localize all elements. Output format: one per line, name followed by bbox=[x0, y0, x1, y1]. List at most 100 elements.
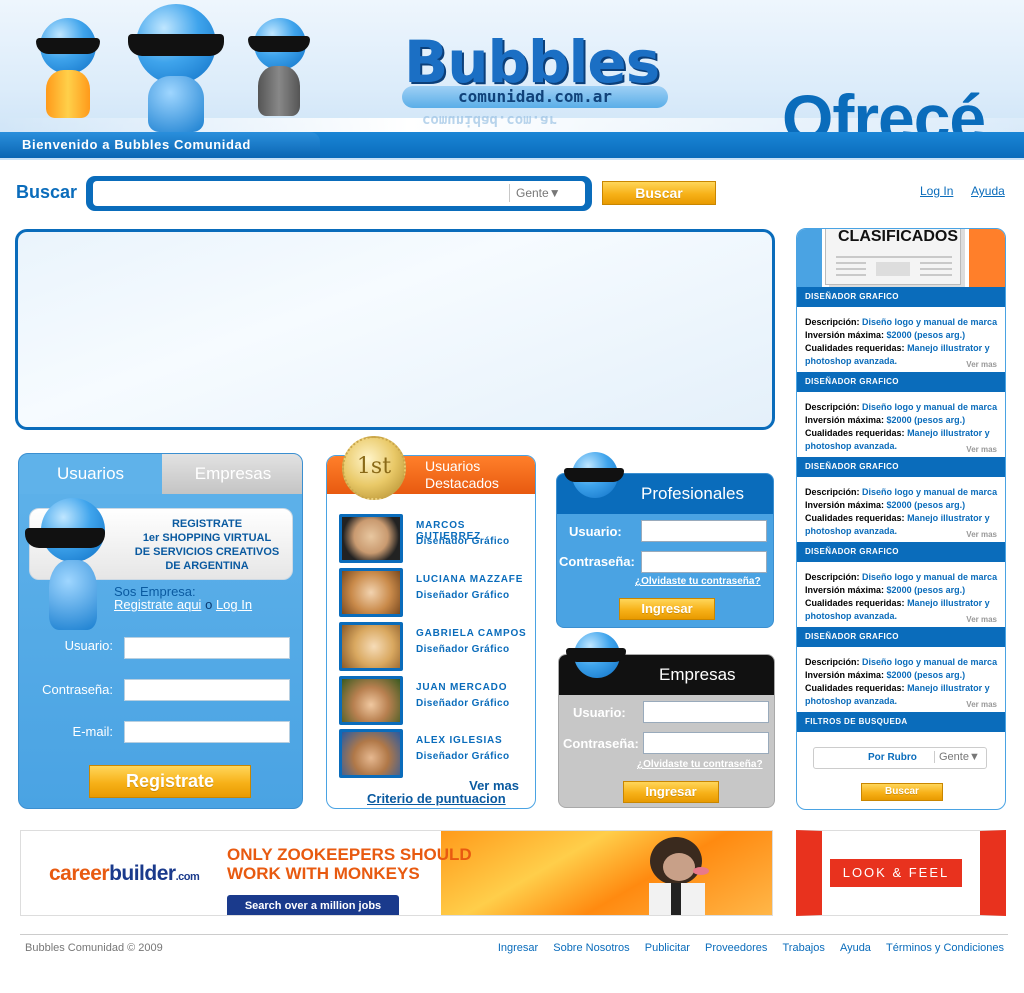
email-input[interactable] bbox=[124, 721, 290, 743]
featured-user-role: Diseñador Gráfico bbox=[416, 698, 510, 709]
emp-usuario-input[interactable] bbox=[643, 701, 769, 723]
filtros-gente-dropdown[interactable]: Gente▼ bbox=[934, 751, 986, 763]
mascot-empresa bbox=[564, 632, 634, 692]
featured-users-panel: Usuarios Destacados MARCOS GUTIERREZ Dis… bbox=[326, 455, 536, 809]
featured-user-name[interactable]: LUCIANA MAZZAFE bbox=[416, 574, 523, 585]
featured-user-row[interactable]: LUCIANA MAZZAFE Diseñador Gráfico bbox=[339, 568, 529, 620]
desc-label: Descripción: bbox=[805, 402, 860, 412]
ad-headline-line: WORK WITH MONKEYS bbox=[227, 864, 420, 883]
search-input[interactable] bbox=[99, 183, 509, 203]
featured-user-role: Diseñador Gráfico bbox=[416, 536, 510, 547]
inv-label: Inversión máxima: bbox=[805, 415, 885, 425]
footer-link-publicitar[interactable]: Publicitar bbox=[645, 942, 690, 954]
promo-line: REGISTRATE bbox=[171, 518, 243, 530]
featured-user-name[interactable]: ALEX IGLESIAS bbox=[416, 735, 503, 746]
clasificado-category[interactable]: DISEÑADOR GRAFICO bbox=[797, 372, 1005, 392]
clasificado-category[interactable]: DISEÑADOR GRAFICO bbox=[797, 457, 1005, 477]
featured-user-role: Diseñador Gráfico bbox=[416, 751, 510, 762]
featured-user-row[interactable]: GABRIELA CAMPOS Diseñador Gráfico bbox=[339, 622, 529, 674]
footer-links: Ingresar Sobre Nosotros Publicitar Prove… bbox=[486, 942, 1004, 954]
clasificado-category[interactable]: DISEÑADOR GRAFICO bbox=[797, 287, 1005, 307]
user-register-panel: Usuarios Empresas REGISTRATE 1er SHOPPIN… bbox=[18, 453, 303, 809]
inv-label: Inversión máxima: bbox=[805, 500, 885, 510]
search-field-wrap: Gente▼ bbox=[93, 181, 585, 206]
filtros-search-input[interactable]: Por Rubro Gente▼ bbox=[813, 747, 987, 769]
user-photo[interactable] bbox=[339, 622, 403, 671]
cual-label: Cualidades requeridas: bbox=[805, 683, 905, 693]
site-logo[interactable]: Bubbles comunidad.com.ar comunidad.com.a… bbox=[400, 28, 670, 128]
contrasena-input[interactable] bbox=[124, 679, 290, 701]
featured-user-name[interactable]: GABRIELA CAMPOS bbox=[416, 628, 527, 639]
register-button[interactable]: Registrate bbox=[89, 765, 251, 798]
inv-label: Inversión máxima: bbox=[805, 585, 885, 595]
ad-cta-button[interactable]: Search over a million jobs bbox=[227, 895, 399, 915]
email-label: E-mail: bbox=[72, 724, 113, 739]
footer-link-terminos[interactable]: Términos y Condiciones bbox=[886, 942, 1004, 954]
pro-forgot-link[interactable]: ¿Olvidaste tu contraseña? bbox=[635, 576, 761, 587]
site-header: Bubbles comunidad.com.ar comunidad.com.a… bbox=[0, 0, 1024, 160]
login-link[interactable]: Log In bbox=[920, 184, 953, 198]
pro-ingresar-button[interactable]: Ingresar bbox=[619, 598, 715, 620]
clasificados-panel: CLASIFICADOS DISEÑADOR GRAFICO Descripci… bbox=[796, 228, 1006, 810]
clasificado-more-link[interactable]: Ver mas bbox=[966, 700, 997, 709]
profesionales-title: Profesionales bbox=[641, 484, 745, 503]
usuario-label: Usuario: bbox=[64, 638, 113, 653]
emp-forgot-link[interactable]: ¿Olvidaste tu contraseña? bbox=[637, 759, 763, 770]
welcome-bar: Bienvenido a Bubbles Comunidad bbox=[0, 132, 1024, 158]
panel-login-link[interactable]: Log In bbox=[216, 597, 252, 612]
search-label: Buscar bbox=[16, 182, 78, 202]
featured-user-row[interactable]: ALEX IGLESIAS Diseñador Gráfico bbox=[339, 729, 529, 781]
help-link[interactable]: Ayuda bbox=[971, 184, 1005, 198]
cb-logo-part: .com bbox=[175, 871, 200, 883]
footer-link-ayuda[interactable]: Ayuda bbox=[840, 942, 871, 954]
featured-title: Usuarios Destacados bbox=[425, 458, 499, 492]
por-rubro-label[interactable]: Por Rubro bbox=[868, 752, 917, 763]
featured-user-role: Diseñador Gráfico bbox=[416, 590, 510, 601]
clasificado-more-link[interactable]: Ver mas bbox=[966, 360, 997, 369]
criteria-link[interactable]: Criterio de puntuacion bbox=[367, 791, 506, 806]
careerbuilder-logo: careerbuilder.com bbox=[49, 862, 200, 886]
clasificado-more-link[interactable]: Ver mas bbox=[966, 530, 997, 539]
user-photo[interactable] bbox=[339, 514, 403, 563]
clasificado-category[interactable]: DISEÑADOR GRAFICO bbox=[797, 627, 1005, 647]
user-photo[interactable] bbox=[339, 729, 403, 778]
featured-user-row[interactable]: MARCOS GUTIERREZ Diseñador Gráfico bbox=[339, 514, 529, 566]
footer-link-trabajos[interactable]: Trabajos bbox=[782, 942, 824, 954]
user-photo[interactable] bbox=[339, 676, 403, 725]
emp-ingresar-button[interactable]: Ingresar bbox=[623, 781, 719, 803]
footer-link-proveedores[interactable]: Proveedores bbox=[705, 942, 767, 954]
mascot-suit bbox=[244, 18, 314, 118]
clasificado-more-link[interactable]: Ver mas bbox=[966, 445, 997, 454]
cb-logo-part: career bbox=[49, 862, 110, 885]
emp-contrasena-input[interactable] bbox=[643, 732, 769, 754]
look-and-feel-ad[interactable]: LOOK & FEEL bbox=[796, 830, 1006, 916]
featured-user-name[interactable]: JUAN MERCADO bbox=[416, 682, 507, 693]
footer-link-ingresar[interactable]: Ingresar bbox=[498, 942, 538, 954]
empresas-title: Empresas bbox=[659, 665, 736, 684]
search-button[interactable]: Buscar bbox=[602, 181, 716, 205]
register-here-link[interactable]: Registrate aqui bbox=[114, 597, 201, 612]
clasificado-more-link[interactable]: Ver mas bbox=[966, 615, 997, 624]
inv-value: $2000 (pesos arg.) bbox=[886, 330, 966, 340]
featured-title-line: Usuarios bbox=[425, 458, 481, 474]
feature-banner bbox=[15, 229, 775, 430]
tab-empresas[interactable]: Empresas bbox=[162, 454, 302, 494]
promo-line: DE ARGENTINA bbox=[165, 560, 249, 572]
tab-usuarios[interactable]: Usuarios bbox=[19, 454, 162, 494]
pro-usuario-input[interactable] bbox=[641, 520, 767, 542]
clasificados-search-button[interactable]: Buscar bbox=[861, 783, 943, 801]
pro-contrasena-input[interactable] bbox=[641, 551, 767, 573]
clasificados-title: CLASIFICADOS bbox=[838, 228, 958, 245]
usuario-input[interactable] bbox=[124, 637, 290, 659]
inv-value: $2000 (pesos arg.) bbox=[886, 670, 966, 680]
featured-user-row[interactable]: JUAN MERCADO Diseñador Gráfico bbox=[339, 676, 529, 728]
clasificado-category[interactable]: DISEÑADOR GRAFICO bbox=[797, 542, 1005, 562]
mascot-hawaiian bbox=[28, 18, 108, 118]
user-photo[interactable] bbox=[339, 568, 403, 617]
footer-link-sobre-nosotros[interactable]: Sobre Nosotros bbox=[553, 942, 629, 954]
cb-logo-part: builder bbox=[109, 862, 176, 885]
search-filter-dropdown[interactable]: Gente▼ bbox=[509, 184, 579, 202]
newspaper-icon: CLASIFICADOS bbox=[825, 228, 961, 285]
careerbuilder-ad[interactable]: careerbuilder.com ONLY ZOOKEEPERS SHOULD… bbox=[20, 830, 773, 916]
medal-text: 1st bbox=[356, 454, 392, 479]
